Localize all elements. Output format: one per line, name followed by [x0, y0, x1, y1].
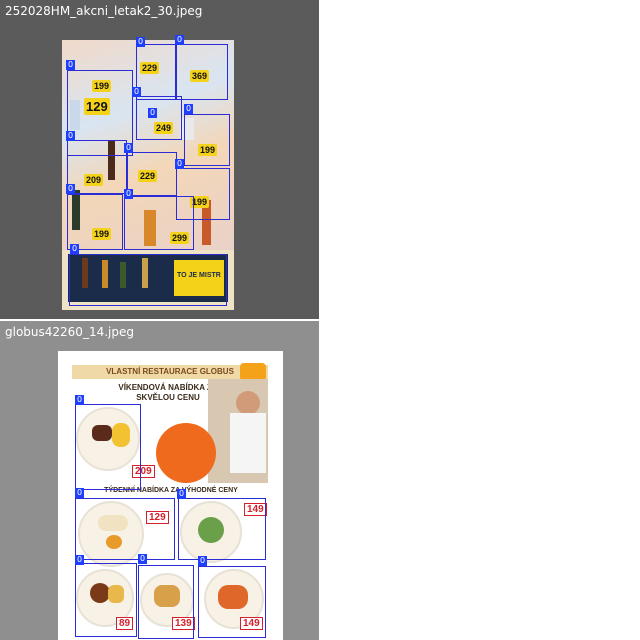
detection-box	[75, 498, 175, 560]
detection-box	[69, 254, 227, 306]
detection-box	[67, 140, 127, 194]
detection-box	[124, 196, 194, 250]
detection-box	[136, 44, 176, 100]
image-panel-2: globus42260_14.jpeg VLASTNÍ RESTAURACE G…	[0, 321, 319, 640]
promo-circle	[156, 423, 216, 483]
detection-label: 0	[66, 131, 75, 141]
detection-label: 0	[66, 60, 75, 70]
detection-box	[184, 114, 230, 166]
detection-box	[127, 152, 177, 196]
detection-box	[198, 566, 266, 638]
detection-box	[176, 44, 228, 100]
detection-label: 0	[177, 489, 186, 499]
detection-label: 0	[70, 244, 79, 254]
detection-label: 0	[175, 159, 184, 169]
detection-label: 0	[136, 37, 145, 47]
image-panel-1: 252028HM_akcni_letak2_30.jpeg TO JE MIST…	[0, 0, 319, 319]
image-filename: 252028HM_akcni_letak2_30.jpeg	[5, 4, 203, 18]
promo-title: VÍKENDOVÁ NABÍDKA ZA SKVĚLOU CENU	[118, 383, 218, 402]
detection-label: 0	[132, 87, 141, 97]
detection-label: 0	[124, 143, 133, 153]
detection-label: 0	[66, 184, 75, 194]
detection-label: 0	[75, 555, 84, 565]
leaflet-header: VLASTNÍ RESTAURACE GLOBUS	[72, 365, 268, 379]
detection-box	[67, 194, 123, 250]
detection-label: 0	[75, 395, 84, 405]
detection-label: 0	[175, 35, 184, 45]
detection-box	[75, 563, 137, 637]
image-filename: globus42260_14.jpeg	[5, 325, 134, 339]
detection-label: 0	[198, 556, 207, 566]
detection-label: 0	[138, 554, 147, 564]
detection-box	[75, 404, 141, 490]
detection-box	[136, 96, 182, 140]
detection-box	[138, 565, 194, 639]
detection-label: 0	[184, 104, 193, 114]
detection-box	[178, 498, 266, 560]
detection-label: 0	[124, 189, 133, 199]
detection-label: 0	[75, 488, 84, 498]
detection-label: 0	[148, 108, 157, 118]
